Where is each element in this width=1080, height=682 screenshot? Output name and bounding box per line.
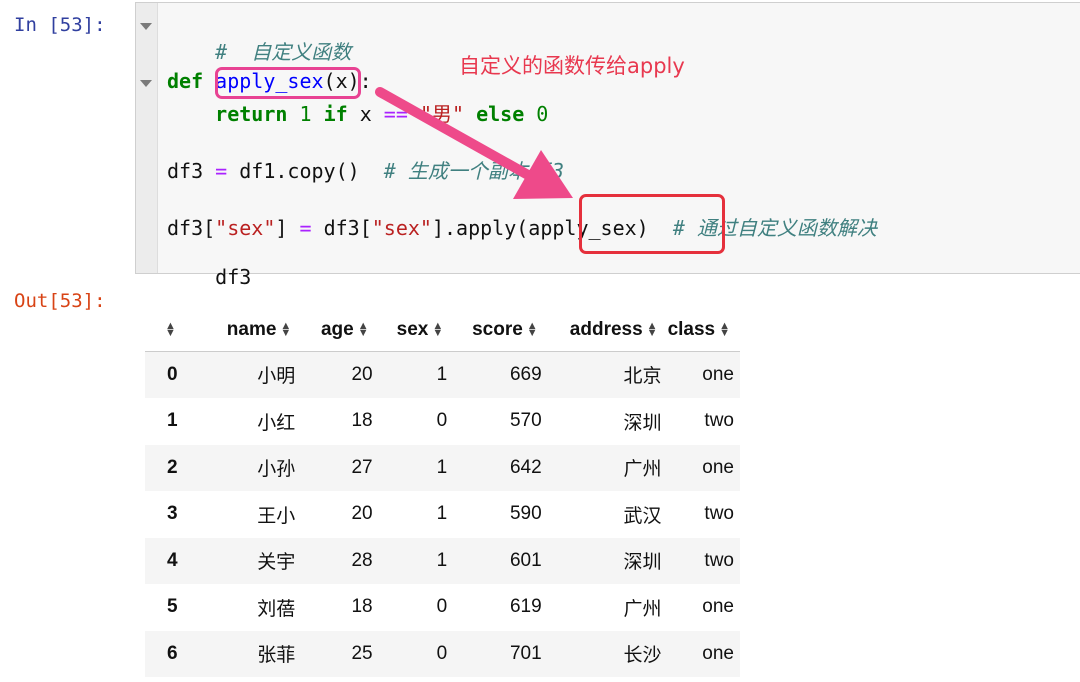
cell-sex: 0	[378, 630, 454, 678]
column-label: age	[320, 319, 354, 340]
row-index: 6	[145, 630, 208, 678]
row-index: 2	[145, 444, 208, 492]
column-label: name	[226, 319, 277, 340]
cell-class: one	[667, 444, 740, 492]
cell-class: two	[667, 537, 740, 585]
table-row: 3 王小 20 1 590 武汉 two	[145, 491, 740, 538]
cell-score: 619	[453, 584, 548, 631]
column-label: score	[472, 319, 523, 340]
cell-class: one	[667, 630, 740, 678]
cell-class: two	[667, 398, 740, 445]
cell-sex: 0	[378, 398, 454, 445]
cell-age: 18	[301, 584, 379, 631]
column-header-score[interactable]: score ▲ ▼	[453, 309, 548, 352]
column-label: sex	[396, 319, 429, 340]
cell-score: 601	[453, 537, 548, 585]
cell-name: 小明	[207, 351, 302, 399]
cell-address: 深圳	[547, 537, 668, 585]
cell-age: 27	[301, 444, 379, 492]
sort-icon[interactable]: ▲ ▼	[719, 320, 730, 338]
cell-age: 20	[301, 491, 379, 538]
table-row: 0 小明 20 1 669 北京 one	[145, 351, 740, 399]
cell-address: 武汉	[547, 491, 668, 538]
table-row: 1 小红 18 0 570 深圳 two	[145, 398, 740, 445]
row-index: 5	[145, 584, 208, 631]
cell-age: 28	[301, 537, 379, 585]
index-header[interactable]: ▲ ▼	[145, 309, 208, 352]
cell-age: 20	[301, 351, 379, 399]
cell-score: 570	[453, 398, 548, 445]
cell-address: 北京	[547, 351, 668, 399]
cell-name: 刘蓓	[207, 584, 302, 631]
column-header-class[interactable]: class ▲ ▼	[667, 309, 740, 352]
cell-address: 深圳	[547, 398, 668, 445]
sort-icon[interactable]: ▲ ▼	[280, 320, 291, 338]
output-prompt: Out[53]:	[14, 290, 106, 312]
cell-name: 关宇	[207, 537, 302, 585]
cell-sex: 1	[378, 537, 454, 585]
column-header-name[interactable]: name ▲ ▼	[207, 309, 302, 352]
dataframe-table: ▲ ▼ name ▲ ▼ age ▲ ▼ sex ▲ ▼ score ▲ ▼ address ▲ ▼ …	[145, 309, 740, 678]
column-header-age[interactable]: age ▲ ▼	[301, 309, 379, 352]
cell-name: 小孙	[207, 444, 302, 492]
row-index: 1	[145, 398, 208, 445]
table-row: 4 关宇 28 1 601 深圳 two	[145, 537, 740, 585]
column-header-address[interactable]: address ▲ ▼	[547, 309, 668, 352]
table-row: 2 小孙 27 1 642 广州 one	[145, 444, 740, 492]
cell-name: 小红	[207, 398, 302, 445]
sort-icon[interactable]: ▲ ▼	[358, 320, 369, 338]
cell-name: 王小	[207, 491, 302, 538]
cell-class: one	[667, 351, 740, 399]
table-row: 5 刘蓓 18 0 619 广州 one	[145, 584, 740, 631]
sort-icon[interactable]: ▲ ▼	[432, 320, 443, 338]
column-label: class	[667, 319, 716, 340]
cell-sex: 1	[378, 444, 454, 492]
cell-score: 642	[453, 444, 548, 492]
cell-address: 广州	[547, 584, 668, 631]
cell-score: 590	[453, 491, 548, 538]
sort-icon[interactable]: ▲ ▼	[527, 320, 538, 338]
column-label: address	[569, 319, 643, 340]
cell-sex: 0	[378, 584, 454, 631]
row-index: 4	[145, 537, 208, 585]
cell-sex: 1	[378, 491, 454, 538]
arrow-shaft	[375, 87, 533, 180]
sort-icon[interactable]: ▲ ▼	[165, 320, 176, 338]
cell-sex: 1	[378, 351, 454, 399]
table-row: 6 张菲 25 0 701 长沙 one	[145, 630, 740, 678]
cell-age: 18	[301, 398, 379, 445]
annotation-label: 自定义的函数传给apply	[459, 54, 685, 78]
cell-class: two	[667, 491, 740, 538]
cell-score: 701	[453, 630, 548, 678]
cell-address: 长沙	[547, 630, 668, 678]
cell-age: 25	[301, 630, 379, 678]
column-header-sex[interactable]: sex ▲ ▼	[378, 309, 454, 352]
cell-name: 张菲	[207, 630, 302, 678]
row-index: 0	[145, 351, 208, 399]
table-header-row: ▲ ▼ name ▲ ▼ age ▲ ▼ sex ▲ ▼ score ▲ ▼ address ▲ ▼ …	[145, 309, 740, 352]
cell-class: one	[667, 584, 740, 631]
cell-score: 669	[453, 351, 548, 399]
sort-icon[interactable]: ▲ ▼	[647, 320, 658, 338]
cell-address: 广州	[547, 444, 668, 492]
row-index: 3	[145, 491, 208, 538]
